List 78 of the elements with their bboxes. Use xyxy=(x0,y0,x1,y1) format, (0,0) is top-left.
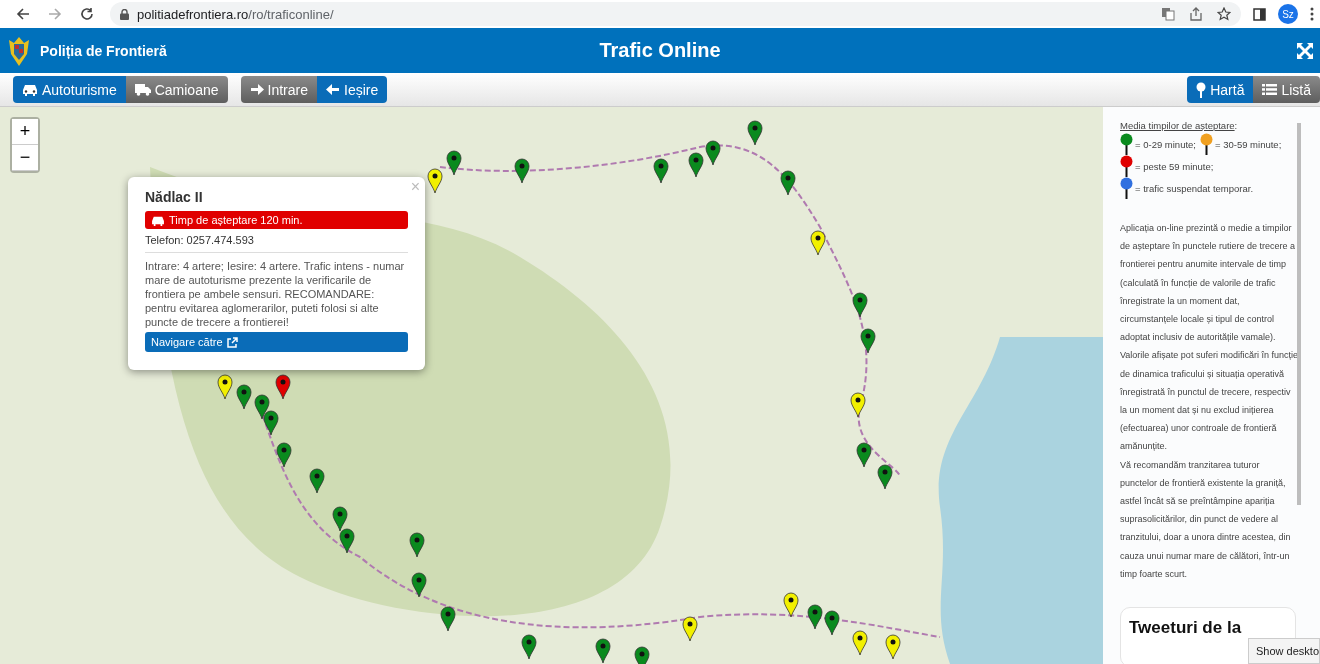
page-title: Trafic Online xyxy=(599,39,721,62)
legend-label: = 0-29 minute; xyxy=(1135,138,1196,150)
list-icon xyxy=(1262,83,1278,96)
map-pin[interactable] xyxy=(856,442,872,468)
filter-button[interactable]: Autoturisme xyxy=(13,76,126,103)
map-pin[interactable] xyxy=(783,592,799,618)
map-pin[interactable] xyxy=(427,168,443,194)
map-pin[interactable] xyxy=(852,630,868,656)
map-pin[interactable] xyxy=(850,392,866,418)
map-pin[interactable] xyxy=(653,158,669,184)
map-pin[interactable] xyxy=(263,410,279,436)
map-pin[interactable] xyxy=(254,394,270,420)
legend-label: = trafic suspendat temporar. xyxy=(1135,182,1254,194)
map-pin[interactable] xyxy=(446,150,462,176)
map-pin[interactable] xyxy=(747,120,763,146)
scrollbar[interactable] xyxy=(1297,123,1301,505)
share-icon[interactable] xyxy=(1189,7,1203,21)
legend-label: = peste 59 minute; xyxy=(1135,160,1214,172)
arrow-left-icon xyxy=(326,83,340,96)
map-pin[interactable] xyxy=(514,158,530,184)
map-pin[interactable] xyxy=(780,170,796,196)
fullscreen-icon[interactable] xyxy=(1296,41,1314,60)
map-pin[interactable] xyxy=(409,532,425,558)
info-paragraph: Valorile afișate pot suferi modificări în funcție de dinamica traficului și situația operativă înregistrată în punctul de trecere, respectiv la un moment dat și nu exclud inițierea (efectuarea) unor controale de frontieră amănunțite. xyxy=(1120,349,1298,454)
crossing-name: Nădlac II xyxy=(145,189,204,205)
navigate-button[interactable]: Navigare către xyxy=(145,332,408,352)
phone-text: Telefon: 0257.474.593 xyxy=(145,234,255,246)
zoom-out-button[interactable]: − xyxy=(12,145,38,171)
map-pin[interactable] xyxy=(852,292,868,318)
address-bar[interactable]: politiadefrontiera.ro/ro/traficonline/ xyxy=(110,2,1241,26)
map-pin[interactable] xyxy=(339,528,355,554)
zoom-in-button[interactable]: + xyxy=(12,119,38,145)
description-text: Intrare: 4 artere; Iesire: 4 artere. Trafic intens - numar mare de autoturisme prezente la verificarile de frontiera pe ambele sensuri. RECOMANDARE: pentru evitarea aglomerarilor, puteti folosi si alte puncte de trecere a frontierei! xyxy=(145,259,406,329)
map-pin[interactable] xyxy=(521,634,537,660)
map-pin[interactable] xyxy=(807,604,823,630)
legend-colon: : xyxy=(1234,120,1238,131)
tooltip: Show deskto xyxy=(1248,638,1320,664)
translate-icon[interactable] xyxy=(1161,7,1175,21)
map-pin[interactable] xyxy=(705,140,721,166)
sidebar-toggle-icon[interactable] xyxy=(1253,7,1266,21)
filter-button[interactable]: Intrare xyxy=(240,76,317,103)
map-pin[interactable] xyxy=(595,638,611,664)
map-pin[interactable] xyxy=(440,606,456,632)
map-pin[interactable] xyxy=(688,152,704,178)
view-tab[interactable]: Listă xyxy=(1253,76,1320,103)
lock-icon xyxy=(120,8,129,20)
info-paragraph: Aplicația on-line prezintă o medie a timpilor de așteptare în punctele rutiere de trecere a frontierei pentru anumite intervale de timp (calculată în funcție de valorile de trafic înregistrate la un moment dat, circumstanțele locale și tipul de control adoptat inclusiv de autoritățile vamale). xyxy=(1120,222,1297,345)
map-pin[interactable] xyxy=(411,572,427,598)
map-pin[interactable] xyxy=(860,328,876,354)
view-tab[interactable]: Hartă xyxy=(1187,76,1254,103)
map-pin[interactable] xyxy=(236,384,252,410)
map-pin[interactable] xyxy=(276,442,292,468)
menu-icon[interactable] xyxy=(1310,7,1314,21)
filter-button[interactable]: Ieșire xyxy=(317,76,388,103)
external-link-icon xyxy=(226,336,238,348)
info-paragraph: Vă recomandăm tranzitarea tuturor punctelor de frontieră existente la graniță, astfel încât să se preîntâmpine apariția suprasolicitărilor, din punct de vedere al tranzitului, doar a unora dintre acestea, din cauza unui numar mare de călători, într-un timp foarte scurt. xyxy=(1120,458,1292,581)
legend-title: Media timpilor de așteptare xyxy=(1120,120,1235,131)
map-pin[interactable] xyxy=(682,616,698,642)
star-icon[interactable] xyxy=(1217,7,1231,21)
map-pin[interactable] xyxy=(824,610,840,636)
pin-icon xyxy=(1196,81,1207,98)
car-icon xyxy=(151,214,165,226)
legend-label: = 30-59 minute; xyxy=(1215,138,1282,150)
map-pin[interactable] xyxy=(275,374,291,400)
arrow-right-icon xyxy=(249,83,264,96)
profile-avatar[interactable]: Sz xyxy=(1278,4,1298,24)
map-pin[interactable] xyxy=(810,230,826,256)
map-pin[interactable] xyxy=(877,464,893,490)
map-pin[interactable] xyxy=(332,506,348,532)
truck-icon xyxy=(134,83,151,96)
tweets-heading: Tweeturi de la xyxy=(1129,618,1242,638)
filter-button[interactable]: Camioane xyxy=(125,76,228,103)
brand-name[interactable]: Poliția de Frontieră xyxy=(40,42,167,59)
wait-time-alert: Timp de așteptare 120 min. xyxy=(145,211,408,229)
map-pin[interactable] xyxy=(217,374,233,400)
car-icon xyxy=(22,83,38,96)
map-pin[interactable] xyxy=(309,468,325,494)
map-pin[interactable] xyxy=(885,634,901,660)
